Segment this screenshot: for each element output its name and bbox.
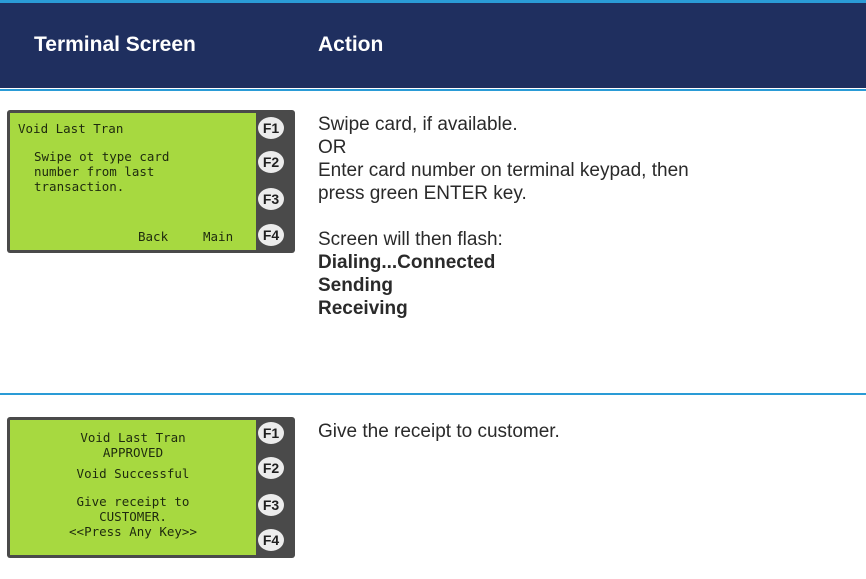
f1-key: F1 bbox=[258, 422, 284, 444]
lcd-title: Void Last Tran bbox=[18, 121, 124, 136]
lcd-line: APPROVED bbox=[102, 445, 164, 460]
header-divider bbox=[0, 89, 866, 91]
f4-key: F4 bbox=[258, 224, 284, 246]
lcd-line: <<Press Any Key>> bbox=[69, 524, 197, 539]
action-status: Sending bbox=[318, 275, 393, 296]
terminal-screen-void-prompt: Void Last Tran Swipe ot type card number… bbox=[7, 110, 295, 253]
lcd-line: Void Last Tran bbox=[80, 430, 186, 445]
lcd-line: Give receipt to bbox=[76, 494, 190, 509]
f2-key: F2 bbox=[258, 457, 284, 479]
action-status: Receiving bbox=[318, 298, 408, 319]
action-line: Screen will then flash: bbox=[318, 229, 503, 250]
lcd-line: number from last bbox=[34, 164, 155, 179]
lcd-line: transaction. bbox=[34, 179, 125, 194]
action-line: Swipe card, if available. bbox=[318, 114, 518, 135]
f3-key: F3 bbox=[258, 188, 284, 210]
f3-key: F3 bbox=[258, 494, 284, 516]
f4-key: F4 bbox=[258, 529, 284, 551]
lcd-display: Void Last Tran Swipe ot type card number… bbox=[10, 113, 256, 250]
table-header: Terminal Screen Action bbox=[0, 0, 866, 88]
f1-key: F1 bbox=[258, 117, 284, 139]
terminal-screen-void-approved: Void Last Tran APPROVED Void Successful … bbox=[7, 417, 295, 558]
row-divider bbox=[0, 393, 866, 395]
lcd-line: Void Successful bbox=[76, 466, 190, 481]
lcd-softkey-main: Main bbox=[203, 229, 234, 244]
lcd-display: Void Last Tran APPROVED Void Successful … bbox=[10, 420, 256, 555]
action-line: Give the receipt to customer. bbox=[318, 421, 560, 442]
action-status: Dialing...Connected bbox=[318, 252, 496, 273]
action-text-row1: Swipe card, if available. OR Enter card … bbox=[318, 113, 689, 320]
lcd-line: Swipe ot type card bbox=[34, 149, 170, 164]
lcd-softkey-back: Back bbox=[138, 229, 169, 244]
column-header-action: Action bbox=[318, 33, 384, 56]
column-header-terminal-screen: Terminal Screen bbox=[34, 33, 196, 56]
lcd-line: CUSTOMER. bbox=[99, 509, 167, 524]
action-line: OR bbox=[318, 137, 347, 158]
action-line: press green ENTER key. bbox=[318, 183, 527, 204]
action-line: Enter card number on terminal keypad, th… bbox=[318, 160, 689, 181]
action-text-row2: Give the receipt to customer. bbox=[318, 420, 560, 443]
f2-key: F2 bbox=[258, 151, 284, 173]
